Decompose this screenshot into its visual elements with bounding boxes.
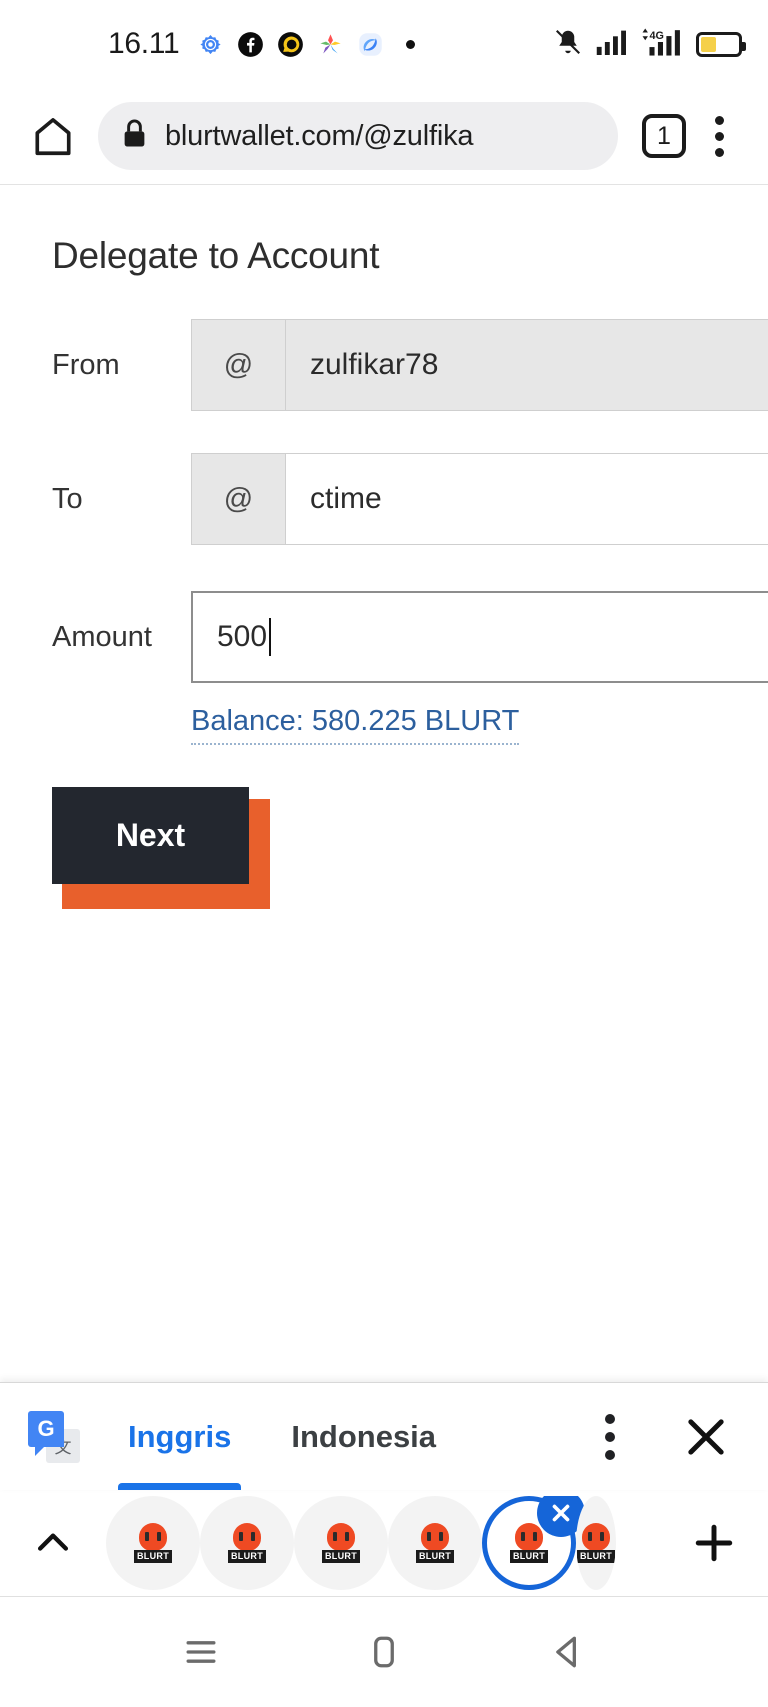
url-text: blurtwallet.com/@zulfika (165, 119, 474, 152)
next-button-wrapper: Next (52, 787, 270, 909)
form-row-amount: Amount 500 (0, 591, 768, 683)
blurt-favicon: BLURT (577, 1523, 615, 1563)
tab-item[interactable]: BLURT (388, 1496, 482, 1590)
kebab-dot (714, 131, 724, 141)
facebook-icon (237, 31, 264, 58)
dot-icon (397, 31, 424, 58)
kebab-dot (605, 1431, 615, 1442)
home-icon[interactable] (22, 105, 84, 167)
favicon-label: BLURT (228, 1550, 266, 1563)
recents-icon[interactable] (158, 1609, 244, 1695)
status-clock: 16.11 (108, 27, 180, 60)
android-nav-bar (0, 1597, 768, 1707)
form-row-to: To @ ctime (0, 453, 768, 545)
back-icon[interactable] (524, 1609, 610, 1695)
from-input[interactable]: zulfikar78 (285, 319, 768, 411)
signal-bars-icon (596, 29, 630, 60)
language-tabs: Inggris Indonesia (117, 1383, 440, 1490)
blurt-favicon: BLURT (134, 1523, 172, 1563)
tab-item-selected[interactable]: BLURT (482, 1496, 585, 1590)
battery-icon (696, 31, 746, 57)
status-bar: 16.11 4G (0, 0, 768, 88)
opera-icon (357, 31, 384, 58)
from-label: From (52, 348, 120, 381)
settings-gear-icon (197, 31, 224, 58)
blurt-favicon: BLURT (228, 1523, 266, 1563)
tab-item[interactable]: BLURT (576, 1496, 616, 1590)
colorful-star-icon (317, 31, 344, 58)
favicon-eyes (521, 1532, 537, 1541)
tab-strip: BLURT BLURT BLURT BLURT BLURT BLURT (0, 1490, 768, 1597)
form-row-from: From @ zulfikar78 (0, 319, 768, 411)
to-input[interactable]: ctime (285, 453, 768, 545)
to-input-group[interactable]: @ ctime (191, 453, 768, 545)
phone-screen: 16.11 4G blurtwallet.com/@zulfika 1 Dele… (0, 0, 768, 1707)
balance-link[interactable]: Balance: 580.225 BLURT (191, 705, 520, 745)
google-translate-icon: 文 G (28, 1410, 80, 1463)
translate-menu-icon[interactable] (580, 1402, 640, 1472)
tab-counter-button[interactable]: 1 (642, 114, 686, 158)
chevron-up-icon[interactable] (22, 1512, 84, 1574)
tab-source-language[interactable]: Inggris (117, 1383, 242, 1490)
vibrate-mode-icon (551, 27, 585, 62)
plus-icon[interactable] (678, 1507, 750, 1579)
status-notification-icons (197, 31, 424, 58)
favicon-eyes (427, 1532, 443, 1541)
balance-row: Balance: 580.225 BLURT (0, 705, 768, 745)
status-system-icons: 4G (551, 27, 746, 62)
browser-toolbar: blurtwallet.com/@zulfika 1 (0, 88, 768, 185)
blurt-favicon: BLURT (322, 1523, 360, 1563)
page-content: Delegate to Account From @ zulfikar78 To… (0, 185, 768, 1382)
translate-bar: 文 G Inggris Indonesia (0, 1382, 768, 1490)
tab-item[interactable]: BLURT (200, 1496, 294, 1590)
kebab-menu-icon[interactable] (692, 105, 746, 167)
blurt-favicon: BLURT (416, 1523, 454, 1563)
amount-label: Amount (52, 620, 152, 653)
favicon-label: BLURT (416, 1550, 454, 1563)
next-button[interactable]: Next (52, 787, 249, 884)
favicon-eyes (145, 1532, 161, 1541)
url-bar[interactable]: blurtwallet.com/@zulfika (98, 102, 618, 170)
favicon-eyes (333, 1532, 349, 1541)
kebab-dot (714, 115, 724, 125)
favicon-label: BLURT (510, 1550, 548, 1563)
amount-value: 500 (217, 620, 268, 653)
from-at-addon: @ (191, 319, 285, 411)
to-at-addon: @ (191, 453, 285, 545)
favicon-label: BLURT (134, 1550, 172, 1563)
favicon-label: BLURT (322, 1550, 360, 1563)
tab-item[interactable]: BLURT (106, 1496, 200, 1590)
favicon-label: BLURT (577, 1550, 615, 1563)
lock-icon (120, 118, 149, 155)
kebab-dot (605, 1449, 615, 1460)
tab-item[interactable]: BLURT (294, 1496, 388, 1590)
amount-input-group[interactable]: 500 (191, 591, 768, 683)
kebab-dot (714, 147, 724, 157)
page-title: Delegate to Account (52, 235, 380, 276)
text-caret (269, 618, 272, 656)
from-input-group[interactable]: @ zulfikar78 (191, 319, 768, 411)
4g-signal-icon: 4G (641, 27, 685, 61)
tab-target-language[interactable]: Indonesia (287, 1383, 440, 1490)
amount-input[interactable]: 500 (191, 591, 768, 683)
battery-fill (701, 36, 717, 52)
tab-list[interactable]: BLURT BLURT BLURT BLURT BLURT BLURT (106, 1496, 664, 1590)
whatsapp-business-icon (277, 31, 304, 58)
favicon-eyes (588, 1532, 604, 1541)
home-icon[interactable] (341, 1609, 427, 1695)
favicon-eyes (239, 1532, 255, 1541)
to-label: To (52, 482, 83, 515)
translate-glyph-source: G (28, 1410, 64, 1456)
translate-close-icon[interactable] (670, 1401, 742, 1473)
kebab-dot (605, 1413, 615, 1424)
svg-text:4G: 4G (649, 30, 663, 42)
